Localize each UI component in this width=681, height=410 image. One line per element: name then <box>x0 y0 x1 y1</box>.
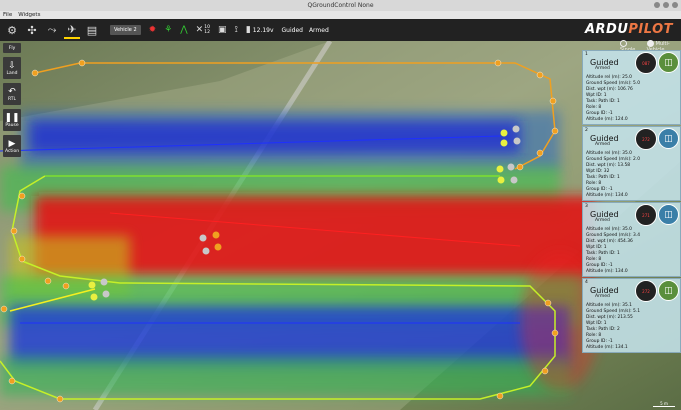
battery-icon[interactable]: ▮ <box>246 25 251 35</box>
waypoint <box>18 192 26 200</box>
vehicle-panel-4[interactable]: 4 Guided Armed 272 ◫ Altitude rel (m): 3… <box>582 278 681 353</box>
compass-icon: 272 <box>635 280 657 302</box>
message-alert-icon[interactable]: ✹ <box>149 25 157 35</box>
waypoint <box>62 282 70 290</box>
vehicle-index: 1 <box>585 52 588 57</box>
waypoint <box>516 163 524 171</box>
fly-view-paper-plane-icon[interactable]: ✈ <box>64 21 80 39</box>
waypoint <box>536 149 544 157</box>
vehicle-telemetry: Altitude rel (m): 25.0 Ground Speed (m/s)… <box>586 75 641 122</box>
waypoint <box>56 395 64 403</box>
telemetry-link-icon[interactable]: ⋀ <box>180 25 187 35</box>
rc-signal-icon[interactable]: ⚘ <box>164 25 172 35</box>
waypoint <box>536 71 544 79</box>
waypoint <box>496 392 504 400</box>
vehicle-setup-icon[interactable]: ✣ <box>24 22 40 38</box>
play-icon: ▶ <box>8 138 16 149</box>
vehicle-index: 3 <box>585 204 588 209</box>
land-button[interactable]: ⇩ Land <box>3 57 21 79</box>
menu-widgets[interactable]: Widgets <box>18 11 40 19</box>
compass-icon: 272 <box>635 128 657 150</box>
vehicle-selector[interactable]: Vehicle 2 <box>110 25 141 35</box>
waypoint <box>78 59 86 67</box>
attitude-indicator-icon: ◫ <box>658 128 679 149</box>
vehicle-index: 4 <box>585 280 588 285</box>
vehicle-armed: Armed <box>595 294 610 299</box>
rc-transmitter-icon[interactable]: ▣ <box>218 25 227 35</box>
flight-mode[interactable]: Guided <box>282 27 303 34</box>
vehicle-telemetry: Altitude rel (m): 35.0 Ground Speed (m/s)… <box>586 227 641 274</box>
land-label: Land <box>6 70 18 76</box>
gps-hdop-value: 12 <box>204 30 210 35</box>
attitude-indicator-icon: ◫ <box>658 52 679 73</box>
analyze-document-icon[interactable]: ▤ <box>84 22 100 38</box>
pause-label: Pause <box>5 122 19 128</box>
return-icon: ↶ <box>8 86 16 97</box>
pause-button[interactable]: ❚❚ Pause <box>3 109 21 131</box>
plan-route-icon[interactable]: ⤳ <box>44 22 60 38</box>
ardupilot-logo: ARDUPILOT <box>584 22 673 37</box>
waypoint <box>551 127 559 135</box>
radio-tower-icon[interactable]: ⟟ <box>234 25 237 35</box>
rtl-button[interactable]: ↶ RTL <box>3 83 21 105</box>
compass-icon: 087 <box>635 52 657 74</box>
armed-status[interactable]: Armed <box>309 27 329 34</box>
land-arrow-icon: ⇩ <box>8 60 16 71</box>
waypoint <box>541 367 549 375</box>
window-title: QGroundControl None <box>307 2 374 9</box>
gps-satellite-icon[interactable]: ✕ <box>196 25 204 35</box>
fly-label: Fly <box>8 45 16 51</box>
menu-file[interactable]: File <box>3 11 12 19</box>
vehicle-armed: Armed <box>595 66 610 71</box>
map-view[interactable] <box>0 41 681 410</box>
attitude-indicator-icon: ◫ <box>658 280 679 301</box>
close-button[interactable] <box>672 2 678 8</box>
left-toolbar: Fly ⇩ Land ↶ RTL ❚❚ Pause ▶ Action <box>3 43 21 157</box>
waypoint <box>494 59 502 67</box>
waypoint <box>0 305 8 313</box>
waypoint <box>10 227 18 235</box>
vehicle-panel-1[interactable]: 1 Guided Armed 087 ◫ Altitude rel (m): 2… <box>582 50 681 125</box>
pause-icon: ❚❚ <box>4 112 20 123</box>
heatmap-band-bottom <box>0 356 570 396</box>
maximize-button[interactable] <box>663 2 669 8</box>
vehicle-index: 2 <box>585 128 588 133</box>
action-label: Action <box>4 148 20 154</box>
gps-count: 10 12 <box>204 25 210 35</box>
waypoint <box>18 255 26 263</box>
battery-voltage: 12.19v <box>252 26 274 34</box>
window-controls <box>654 2 678 8</box>
waypoint <box>544 299 552 307</box>
waypoint <box>549 97 557 105</box>
menu-bar: File Widgets <box>0 11 681 19</box>
vehicle-armed: Armed <box>595 218 610 223</box>
main-toolbar: ⚙ ✣ ⤳ ✈ ▤ Vehicle 2 ✹ ⚘ ⋀ ✕ 10 12 ▣ ⟟ ▮ … <box>0 19 681 41</box>
fly-button[interactable]: Fly <box>3 43 21 53</box>
map-scale: 5 m <box>653 401 675 407</box>
vehicle-panel-3[interactable]: 3 Guided Armed 271 ◫ Altitude rel (m): 3… <box>582 202 681 277</box>
action-button[interactable]: ▶ Action <box>3 135 21 157</box>
waypoint <box>551 329 559 337</box>
vehicle-telemetry: Altitude rel (m): 35.1 Ground Speed (m/s)… <box>586 303 641 350</box>
vehicle-panel-2[interactable]: 2 Guided Armed 272 ◫ Altitude rel (m): 3… <box>582 126 681 201</box>
vehicle-armed: Armed <box>595 142 610 147</box>
window-titlebar: QGroundControl None <box>0 0 681 11</box>
attitude-indicator-icon: ◫ <box>658 204 679 225</box>
waypoint <box>44 277 52 285</box>
waypoint <box>8 377 16 385</box>
rtl-label: RTL <box>7 96 17 102</box>
compass-icon: 271 <box>635 204 657 226</box>
minimize-button[interactable] <box>654 2 660 8</box>
waypoint <box>31 69 39 77</box>
settings-gear-icon[interactable]: ⚙ <box>4 22 20 38</box>
vehicle-telemetry: Altitude rel (m): 35.0 Ground Speed (m/s)… <box>586 151 641 198</box>
